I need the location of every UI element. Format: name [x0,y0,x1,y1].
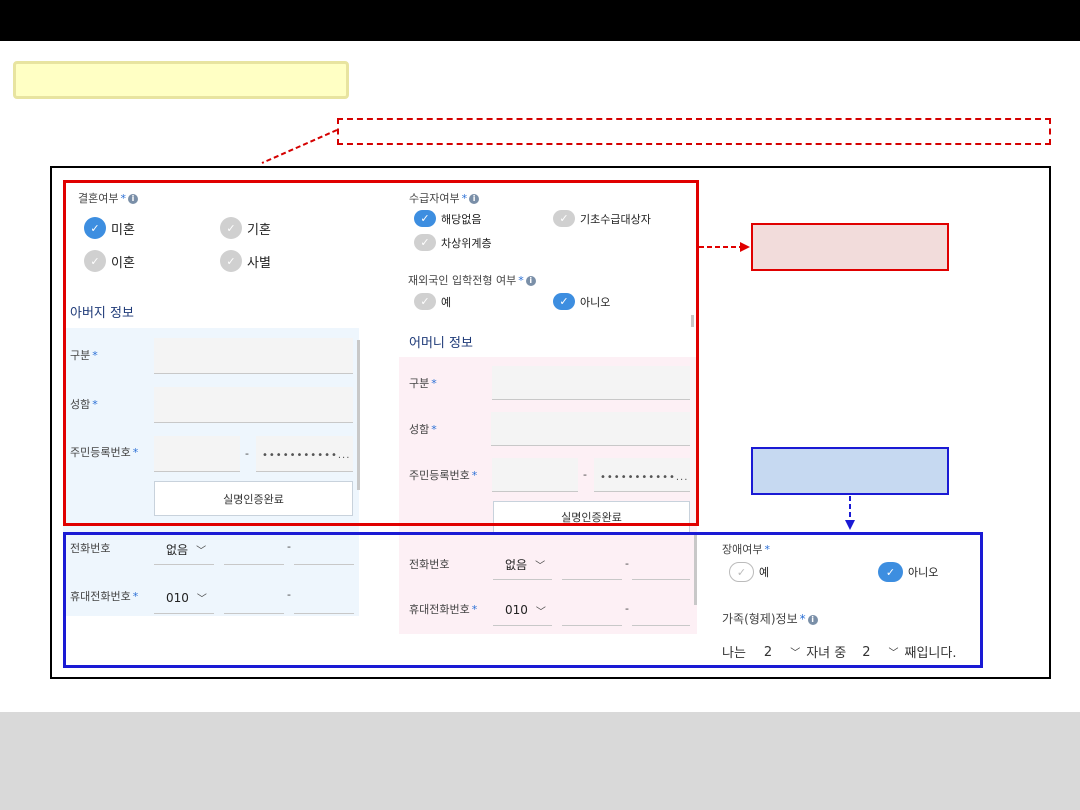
callout-connectors [261,129,855,530]
red-connector-top [261,129,338,164]
blue-arrow-head [845,520,855,530]
red-arrow-head [740,242,750,252]
